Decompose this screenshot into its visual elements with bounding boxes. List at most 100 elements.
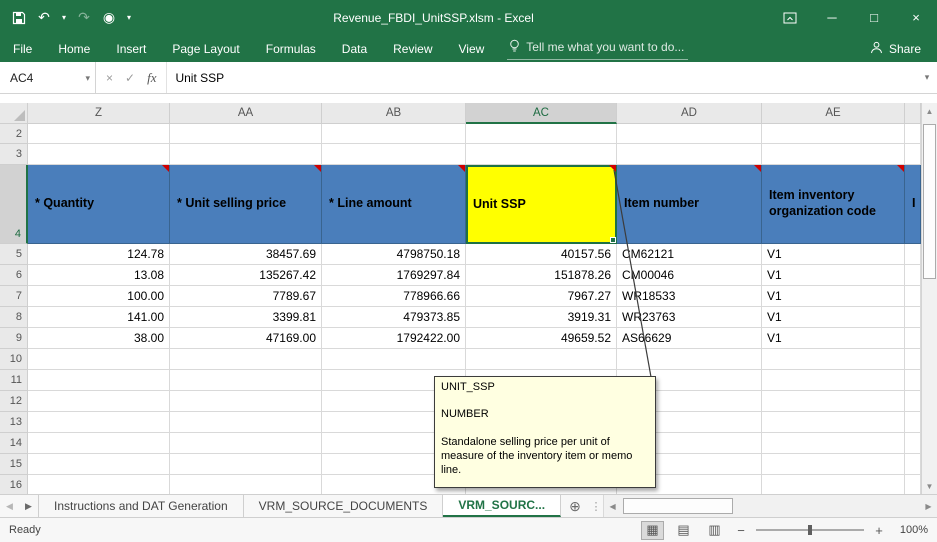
cell[interactable]: 479373.85: [322, 307, 466, 328]
tab-file[interactable]: File: [0, 35, 45, 62]
zoom-out-icon[interactable]: −: [734, 523, 748, 538]
cell[interactable]: [466, 144, 617, 165]
cell[interactable]: [762, 475, 905, 494]
maximize-icon[interactable]: □: [853, 0, 895, 35]
sheet-nav-right-icon[interactable]: ▶: [19, 495, 38, 517]
scroll-left-icon[interactable]: ◀: [604, 495, 621, 517]
minimize-icon[interactable]: ─: [811, 0, 853, 35]
close-icon[interactable]: ×: [895, 0, 937, 35]
tell-me-box[interactable]: Tell me what you want to do...: [507, 38, 689, 60]
cell[interactable]: [762, 412, 905, 433]
save-icon[interactable]: [8, 6, 30, 30]
new-sheet-icon[interactable]: ⊕: [561, 495, 589, 517]
cell[interactable]: [905, 124, 921, 144]
cell[interactable]: V1: [762, 307, 905, 328]
sheet-tab-active-vrm-sourc[interactable]: VRM_SOURC...: [443, 495, 562, 517]
column-header-z[interactable]: Z: [28, 103, 170, 124]
tab-page-layout[interactable]: Page Layout: [159, 35, 252, 62]
row-header-3[interactable]: 3: [0, 144, 28, 165]
row-header-12[interactable]: 12: [0, 391, 28, 412]
cell[interactable]: [28, 370, 170, 391]
tab-formulas[interactable]: Formulas: [253, 35, 329, 62]
cell[interactable]: 47169.00: [170, 328, 322, 349]
horizontal-scroll-thumb[interactable]: [623, 498, 734, 514]
ribbon-display-options-icon[interactable]: [769, 0, 811, 35]
page-layout-view-icon[interactable]: ▤: [672, 521, 695, 540]
cell[interactable]: [762, 144, 905, 165]
cell[interactable]: [28, 124, 170, 144]
vertical-scrollbar[interactable]: ▲ ▼: [921, 103, 937, 494]
vertical-scroll-track[interactable]: [922, 119, 937, 478]
touch-mode-icon[interactable]: ◉: [98, 6, 120, 30]
cell[interactable]: [762, 370, 905, 391]
row-header-10[interactable]: 10: [0, 349, 28, 370]
cell[interactable]: [170, 370, 322, 391]
cell[interactable]: [170, 454, 322, 475]
cell[interactable]: [466, 349, 617, 370]
column-header-ac[interactable]: AC: [466, 103, 617, 124]
cell[interactable]: [762, 433, 905, 454]
sheet-tab-instructions[interactable]: Instructions and DAT Generation: [38, 495, 244, 517]
sheet-tab-vrm-source-documents[interactable]: VRM_SOURCE_DOCUMENTS: [244, 495, 444, 517]
cell[interactable]: [28, 433, 170, 454]
cell[interactable]: [170, 475, 322, 494]
row-header-13[interactable]: 13: [0, 412, 28, 433]
row-header-6[interactable]: 6: [0, 265, 28, 286]
cancel-icon[interactable]: ×: [106, 71, 113, 85]
cell[interactable]: [28, 391, 170, 412]
cell[interactable]: V1: [762, 244, 905, 265]
tab-scroll-splitter-icon[interactable]: ⋮: [589, 495, 603, 517]
active-cell-ac4[interactable]: Unit SSP: [466, 165, 617, 244]
column-header-partial[interactable]: [905, 103, 921, 124]
column-header-aa[interactable]: AA: [170, 103, 322, 124]
normal-view-icon[interactable]: ▦: [641, 520, 664, 540]
cell[interactable]: V1: [762, 328, 905, 349]
scroll-right-icon[interactable]: ▶: [920, 495, 937, 517]
zoom-slider-thumb[interactable]: [808, 525, 812, 535]
cell-item-number-header[interactable]: Item number: [617, 165, 762, 244]
tab-insert[interactable]: Insert: [103, 35, 159, 62]
cell[interactable]: [170, 124, 322, 144]
select-all-corner[interactable]: [0, 103, 28, 124]
cell[interactable]: [466, 124, 617, 144]
vertical-scroll-thumb[interactable]: [923, 124, 936, 279]
cell[interactable]: [905, 307, 921, 328]
cell[interactable]: [905, 286, 921, 307]
cell[interactable]: [170, 433, 322, 454]
row-header-11[interactable]: 11: [0, 370, 28, 391]
horizontal-scrollbar[interactable]: ◀ ▶: [603, 495, 937, 517]
cell[interactable]: V1: [762, 286, 905, 307]
cell[interactable]: V1: [762, 265, 905, 286]
row-header-9[interactable]: 9: [0, 328, 28, 349]
column-header-ad[interactable]: AD: [617, 103, 762, 124]
scroll-up-icon[interactable]: ▲: [922, 103, 937, 119]
cell[interactable]: 141.00: [28, 307, 170, 328]
formula-input[interactable]: Unit SSP: [167, 62, 917, 93]
cell[interactable]: [905, 349, 921, 370]
cell[interactable]: [905, 412, 921, 433]
tab-home[interactable]: Home: [45, 35, 103, 62]
row-header-7[interactable]: 7: [0, 286, 28, 307]
cell[interactable]: 151878.26: [466, 265, 617, 286]
cell[interactable]: [905, 370, 921, 391]
cell[interactable]: 3919.31: [466, 307, 617, 328]
cell[interactable]: WR23763: [617, 307, 762, 328]
cell[interactable]: 1769297.84: [322, 265, 466, 286]
cell-item-inventory-org-header[interactable]: Item inventory organization code: [762, 165, 905, 244]
cell[interactable]: [322, 349, 466, 370]
cell-line-amount-header[interactable]: * Line amount: [322, 165, 466, 244]
scroll-down-icon[interactable]: ▼: [922, 478, 937, 494]
cell[interactable]: [170, 391, 322, 412]
cell[interactable]: [617, 349, 762, 370]
cell[interactable]: [905, 454, 921, 475]
cell[interactable]: 7789.67: [170, 286, 322, 307]
cell[interactable]: [762, 124, 905, 144]
cell[interactable]: [905, 244, 921, 265]
cell[interactable]: AS66629: [617, 328, 762, 349]
row-header-5[interactable]: 5: [0, 244, 28, 265]
cell[interactable]: CM00046: [617, 265, 762, 286]
name-box-dropdown-icon[interactable]: ▾: [85, 73, 90, 84]
page-break-view-icon[interactable]: ▥: [703, 521, 726, 540]
cell[interactable]: [905, 475, 921, 494]
row-header-4[interactable]: 4: [0, 165, 28, 244]
